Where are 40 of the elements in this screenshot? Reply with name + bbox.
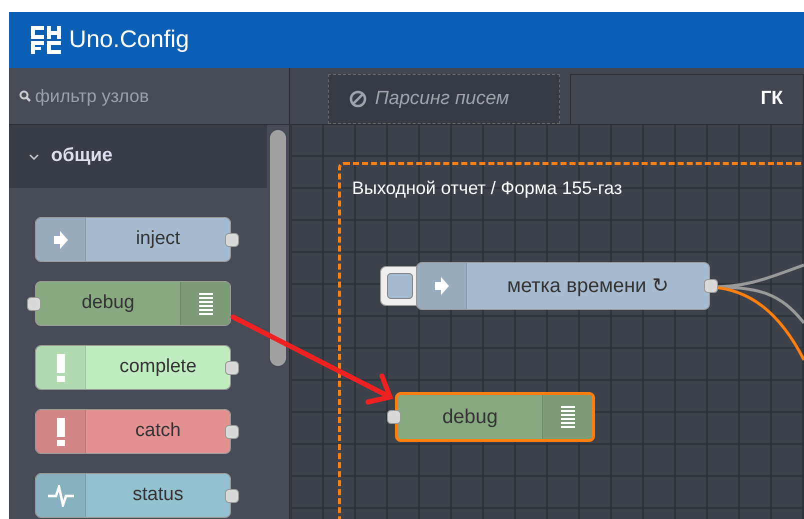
node-label: catch (134, 419, 182, 444)
app-title: Uno.Config (69, 25, 190, 55)
flow-node[interactable]: inject (35, 217, 231, 262)
node-label: status (132, 483, 184, 508)
node-label: метка времени ↻ (506, 274, 670, 299)
category-header[interactable]: общие (9, 125, 267, 188)
logo-icon (31, 26, 61, 54)
port[interactable] (225, 232, 239, 246)
pulse-icon (48, 484, 74, 506)
port[interactable] (225, 360, 239, 374)
exclamation-icon (56, 418, 64, 446)
flow-node[interactable]: status (35, 473, 231, 518)
flow-group[interactable]: Выходной отчет / Форма 155-газ метка времени ↻ debug (338, 162, 804, 519)
search-icon (19, 90, 31, 102)
port[interactable] (225, 488, 239, 502)
node-label: debug (80, 291, 136, 316)
node-label: complete (118, 355, 198, 380)
flow-node[interactable]: debug (395, 392, 595, 442)
node-label: inject (134, 227, 182, 252)
port[interactable] (225, 424, 239, 438)
group-label: Выходной отчет / Форма 155-газ (352, 177, 622, 200)
arrow-icon (434, 276, 450, 296)
filter-field[interactable]: фильтр узлов (35, 82, 235, 110)
chevron-icon (29, 152, 39, 160)
list-icon (560, 406, 574, 428)
flow-node[interactable]: complete (35, 345, 231, 390)
scrollbar[interactable] (270, 130, 286, 366)
list-icon (198, 292, 212, 314)
port[interactable] (704, 279, 718, 293)
arrow-icon (52, 230, 68, 250)
port[interactable] (27, 296, 41, 310)
exclamation-icon (56, 354, 64, 382)
flow-node[interactable]: debug (35, 281, 231, 326)
flow-node[interactable]: catch (35, 409, 231, 454)
disabled-icon (349, 90, 367, 108)
flow-tab[interactable]: ГК (570, 74, 804, 124)
flow-node[interactable]: метка времени ↻ (416, 262, 710, 310)
flow-canvas[interactable]: Выходной отчет / Форма 155-газ метка времени ↻ debug (290, 125, 804, 519)
port[interactable] (387, 410, 401, 424)
node-label: debug (441, 405, 499, 430)
